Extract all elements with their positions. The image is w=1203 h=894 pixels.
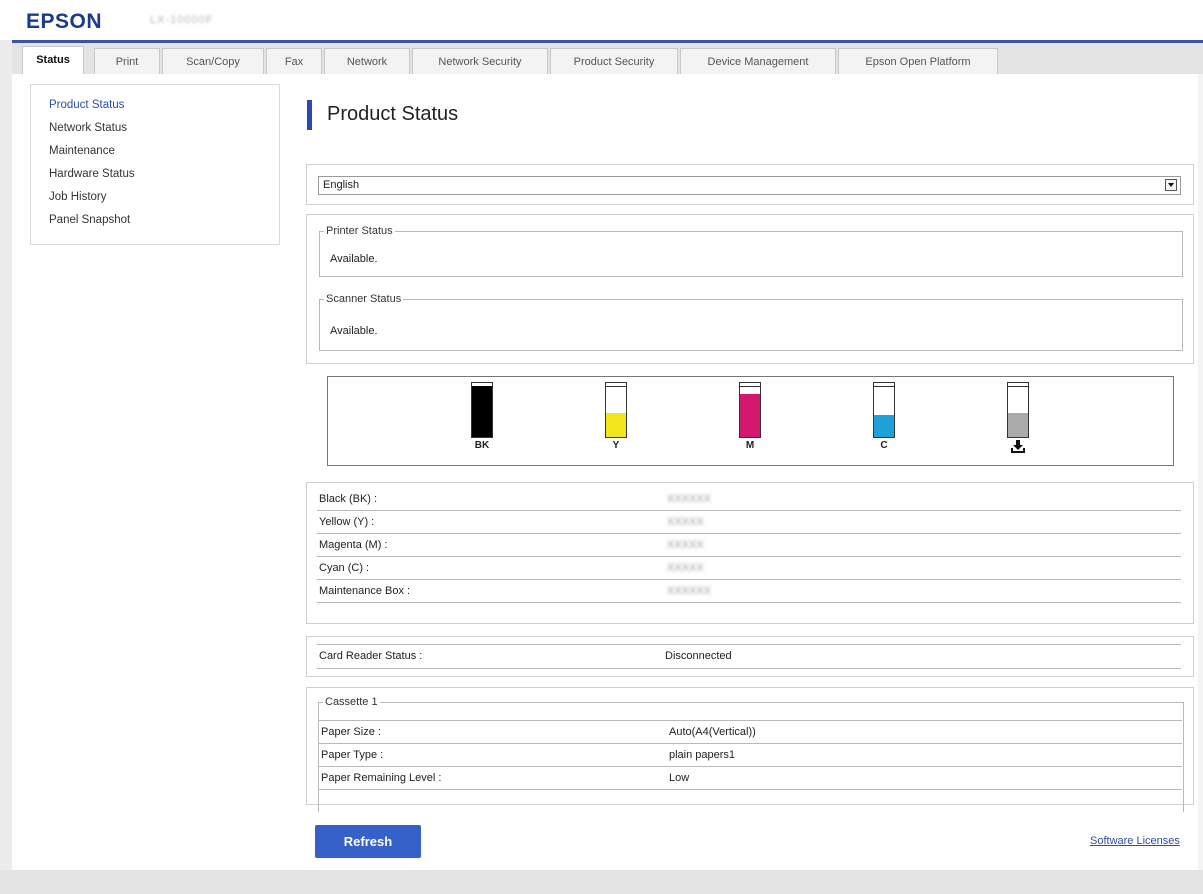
title-accent-bar bbox=[307, 100, 312, 130]
ink-label-bk: BK bbox=[474, 440, 490, 451]
sidebar-item-product-status[interactable]: Product Status bbox=[49, 99, 124, 111]
sidebar-item-maintenance[interactable]: Maintenance bbox=[49, 145, 115, 157]
paper-type-label: Paper Type : bbox=[321, 749, 384, 761]
tab-print[interactable]: Print bbox=[94, 48, 160, 77]
paper-source-panel: Cassette 1 Paper Size : Auto(A4(Vertical… bbox=[306, 687, 1194, 812]
sidebar-item-network-status[interactable]: Network Status bbox=[49, 122, 127, 134]
paper-remaining-value: Low bbox=[669, 772, 690, 784]
main-tab-bar: Status Print Scan/Copy Fax Network Netwo… bbox=[12, 40, 1203, 77]
tab-network-security[interactable]: Network Security bbox=[412, 48, 548, 77]
model-name: LX-10000F bbox=[150, 14, 214, 26]
cassette-1-group: Cassette 1 Paper Size : Auto(A4(Vertical… bbox=[318, 696, 1184, 812]
status-panel: Printer Status Available. Scanner Status… bbox=[306, 214, 1194, 364]
consumable-label-yellow: Yellow (Y) : bbox=[319, 516, 375, 528]
language-select[interactable]: English bbox=[318, 176, 1181, 195]
ink-fill-y bbox=[606, 412, 626, 437]
maintenance-box-icon bbox=[1011, 440, 1025, 453]
tab-epson-open-platform[interactable]: Epson Open Platform bbox=[838, 48, 998, 77]
ink-tank-bk bbox=[471, 382, 493, 438]
paper-type-value: plain papers1 bbox=[669, 749, 736, 761]
language-selected-value: English bbox=[323, 179, 360, 191]
printer-status-value: Available. bbox=[330, 253, 378, 265]
content-area: Product Status Network Status Maintenanc… bbox=[12, 74, 1203, 870]
ink-label-c: C bbox=[880, 440, 888, 451]
consumable-value-yellow: XXXXX bbox=[667, 516, 704, 528]
tab-fax[interactable]: Fax bbox=[266, 48, 322, 77]
consumable-value-magenta: XXXXX bbox=[667, 539, 704, 551]
vertical-scrollbar[interactable] bbox=[1198, 74, 1203, 870]
consumables-panel: Black (BK) : XXXXXX Yellow (Y) : XXXXX M… bbox=[306, 482, 1194, 624]
top-header: EPSON LX-10000F bbox=[0, 0, 1203, 40]
consumable-label-maintenance-box: Maintenance Box : bbox=[319, 585, 411, 597]
consumable-value-cyan: XXXXX bbox=[667, 562, 704, 574]
consumable-value-black: XXXXXX bbox=[667, 493, 712, 505]
sidebar-item-job-history[interactable]: Job History bbox=[49, 191, 107, 203]
ink-tank-m bbox=[739, 382, 761, 438]
consumable-value-maintenance-box: XXXXXX bbox=[667, 585, 712, 597]
card-reader-value: Disconnected bbox=[665, 650, 732, 662]
sidebar-item-panel-snapshot[interactable]: Panel Snapshot bbox=[49, 214, 130, 226]
printer-status-legend: Printer Status bbox=[326, 225, 393, 237]
ink-label-y: Y bbox=[612, 440, 620, 451]
refresh-button[interactable]: Refresh bbox=[315, 825, 421, 858]
scanner-status-group: Scanner Status Available. bbox=[319, 293, 1183, 351]
card-reader-panel: Card Reader Status : Disconnected bbox=[306, 636, 1194, 677]
tab-status[interactable]: Status bbox=[22, 46, 84, 77]
ink-fill-m bbox=[740, 393, 760, 437]
tab-network[interactable]: Network bbox=[324, 48, 410, 77]
ink-levels-box: BK Y M C bbox=[327, 376, 1174, 466]
ink-fill-c bbox=[874, 415, 894, 437]
ink-tank-y bbox=[605, 382, 627, 438]
paper-remaining-label: Paper Remaining Level : bbox=[321, 772, 442, 784]
paper-size-value: Auto(A4(Vertical)) bbox=[669, 726, 756, 738]
tab-device-management[interactable]: Device Management bbox=[680, 48, 836, 77]
software-licenses-link[interactable]: Software Licenses bbox=[1090, 835, 1180, 847]
ink-fill-bk bbox=[472, 385, 492, 437]
footer-band bbox=[0, 870, 1203, 894]
printer-status-group: Printer Status Available. bbox=[319, 225, 1183, 277]
ink-tank-maintenance-box bbox=[1007, 382, 1029, 438]
sidebar-item-hardware-status[interactable]: Hardware Status bbox=[49, 168, 135, 180]
scanner-status-value: Available. bbox=[330, 325, 378, 337]
ink-fill-maintenance-box bbox=[1008, 412, 1028, 437]
chevron-down-icon[interactable] bbox=[1165, 179, 1177, 191]
tab-product-security[interactable]: Product Security bbox=[550, 48, 678, 77]
page-title: Product Status bbox=[327, 103, 459, 125]
sidebar: Product Status Network Status Maintenanc… bbox=[30, 84, 280, 245]
ink-label-m: M bbox=[745, 440, 755, 451]
language-panel: English bbox=[306, 164, 1194, 205]
scanner-status-legend: Scanner Status bbox=[326, 293, 402, 305]
paper-size-label: Paper Size : bbox=[321, 726, 381, 738]
epson-logo: EPSON bbox=[26, 10, 103, 33]
consumable-label-magenta: Magenta (M) : bbox=[319, 539, 388, 551]
card-reader-label: Card Reader Status : bbox=[319, 650, 423, 662]
consumable-label-cyan: Cyan (C) : bbox=[319, 562, 370, 574]
consumable-label-black: Black (BK) : bbox=[319, 493, 378, 505]
cassette-1-legend: Cassette 1 bbox=[325, 696, 378, 708]
ink-tank-c bbox=[873, 382, 895, 438]
tab-scan-copy[interactable]: Scan/Copy bbox=[162, 48, 264, 77]
